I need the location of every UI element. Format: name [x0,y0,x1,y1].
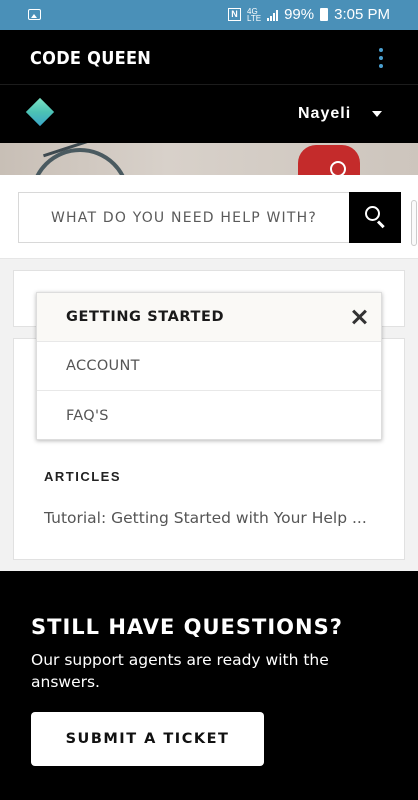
nfc-icon: N [228,8,242,21]
status-bar: N 4G LTE 99% 3:05 PM [0,0,418,30]
footer-description: Our support agents are ready with the an… [31,651,329,691]
dropdown-item-account[interactable]: ACCOUNT [37,342,381,391]
clock: 3:05 PM [334,6,390,23]
dropdown-item-faqs[interactable]: FAQ'S [37,391,381,440]
support-footer: STILL HAVE QUESTIONS? Our support agents… [0,571,418,800]
submit-ticket-button[interactable]: SUBMIT A TICKET [31,712,264,766]
status-icons: N 4G LTE 99% 3:05 PM [228,6,390,23]
dropdown-item-label: FAQ'S [66,407,109,424]
image-notification-icon [28,9,41,20]
battery-icon [320,8,329,21]
category-dropdown: GETTING STARTED ACCOUNT FAQ'S [36,292,382,440]
app-title: CODE QUEEN [30,48,152,69]
shirt-logo-graphic [330,161,346,175]
user-menu-name[interactable]: Nayeli [298,105,351,123]
app-bar: CODE QUEEN [0,30,418,85]
brand-logo-icon[interactable] [25,97,55,127]
hero-image [0,143,418,175]
more-options-icon[interactable] [378,48,384,68]
person-graphic [298,145,360,175]
search-input[interactable] [18,192,349,243]
dropdown-item-label: ACCOUNT [66,358,140,374]
bicycle-wheel-graphic [30,148,130,175]
search-button[interactable] [349,192,401,243]
battery-percent: 99% [284,6,315,23]
chevron-down-icon[interactable] [372,111,382,117]
close-icon[interactable] [349,307,369,327]
article-link[interactable]: Tutorial: Getting Started with Your Help… [44,509,367,527]
scrollbar[interactable] [411,200,417,246]
search-section [0,175,418,259]
volte-icon: 4G LTE [247,6,262,23]
signal-icon [267,9,279,21]
dropdown-item-getting-started[interactable]: GETTING STARTED [37,293,381,342]
dropdown-item-label: GETTING STARTED [66,309,225,325]
search-icon [365,206,380,221]
brand-bar: Nayeli [0,86,418,143]
footer-title: STILL HAVE QUESTIONS? [31,615,343,639]
articles-heading: ARTICLES [44,469,121,484]
